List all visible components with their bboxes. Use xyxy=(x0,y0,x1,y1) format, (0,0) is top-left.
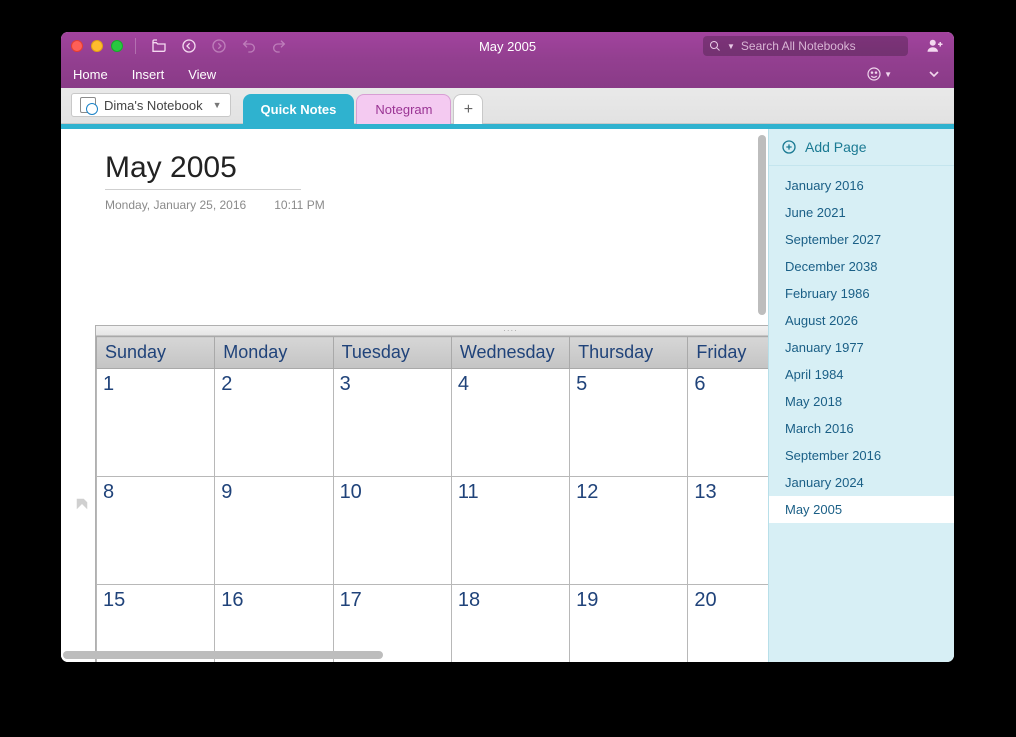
page-list-item[interactable]: May 2005 xyxy=(769,496,954,523)
chevron-down-icon: ▼ xyxy=(213,100,222,110)
tab-quick-notes[interactable]: Quick Notes xyxy=(243,94,355,124)
app-window: May 2005 ▼ Home Insert View ▼ Dima's Not… xyxy=(61,32,954,662)
add-page-button[interactable]: Add Page xyxy=(769,129,954,166)
search-box[interactable]: ▼ xyxy=(703,36,908,56)
note-tag-icon[interactable] xyxy=(75,497,89,511)
calendar-cell[interactable]: 4 xyxy=(451,369,569,477)
page-list-item[interactable]: December 2038 xyxy=(769,253,954,280)
page-list-item[interactable]: September 2027 xyxy=(769,226,954,253)
calendar-table: SundayMondayTuesdayWednesdayThursdayFrid… xyxy=(96,336,768,662)
calendar-cell[interactable]: 13 xyxy=(688,477,768,585)
search-icon xyxy=(709,40,721,52)
tab-add[interactable]: + xyxy=(453,94,483,124)
scrollbar-thumb[interactable] xyxy=(63,651,383,659)
calendar-row: 891011121314 xyxy=(97,477,769,585)
calendar-cell[interactable]: 9 xyxy=(215,477,333,585)
page-list-item[interactable]: April 1984 xyxy=(769,361,954,388)
forward-icon[interactable] xyxy=(208,36,230,56)
page-list-item[interactable]: March 2016 xyxy=(769,415,954,442)
section-tabs: Dima's Notebook ▼ Quick Notes Notegram + xyxy=(61,88,954,124)
page-list-item[interactable]: June 2021 xyxy=(769,199,954,226)
open-file-icon[interactable] xyxy=(148,36,170,56)
calendar-header-cell: Wednesday xyxy=(451,337,569,369)
calendar-header-cell: Sunday xyxy=(97,337,215,369)
page-title[interactable]: May 2005 xyxy=(105,151,301,190)
share-icon[interactable] xyxy=(926,36,944,57)
calendar-cell[interactable]: 6 xyxy=(688,369,768,477)
chevron-down-icon[interactable] xyxy=(926,66,942,82)
plus-icon: + xyxy=(464,101,473,119)
drag-handle[interactable]: ···· xyxy=(96,326,768,336)
calendar-cell[interactable]: 12 xyxy=(570,477,688,585)
tab-label: Quick Notes xyxy=(261,102,337,117)
chevron-down-icon: ▼ xyxy=(727,42,735,51)
calendar-container[interactable]: ···· SundayMondayTuesdayWednesdayThursda… xyxy=(95,325,768,662)
tab-label: Notegram xyxy=(375,102,432,117)
calendar-header-cell: Tuesday xyxy=(333,337,451,369)
plus-circle-icon xyxy=(781,139,797,155)
menu-view[interactable]: View xyxy=(188,67,216,82)
titlebar: May 2005 ▼ xyxy=(61,32,954,60)
page-list-item[interactable]: January 2016 xyxy=(769,172,954,199)
calendar-row: 1234567 xyxy=(97,369,769,477)
calendar-header-cell: Monday xyxy=(215,337,333,369)
notebook-name: Dima's Notebook xyxy=(104,98,203,113)
page-list: January 2016June 2021September 2027Decem… xyxy=(769,166,954,662)
add-page-label: Add Page xyxy=(805,139,867,155)
undo-icon[interactable] xyxy=(238,36,260,56)
calendar-cell[interactable]: 1 xyxy=(97,369,215,477)
calendar-cell[interactable]: 11 xyxy=(451,477,569,585)
menubar: Home Insert View ▼ xyxy=(61,60,954,88)
page-list-item[interactable]: August 2026 xyxy=(769,307,954,334)
redo-icon[interactable] xyxy=(268,36,290,56)
body: May 2005 Monday, January 25, 2016 10:11 … xyxy=(61,129,954,662)
calendar-cell[interactable]: 3 xyxy=(333,369,451,477)
tab-notegram[interactable]: Notegram xyxy=(356,94,451,124)
notebook-icon xyxy=(80,97,96,113)
page-meta: Monday, January 25, 2016 10:11 PM xyxy=(105,198,768,212)
page-time: 10:11 PM xyxy=(274,198,324,212)
divider xyxy=(135,38,136,54)
menu-home[interactable]: Home xyxy=(73,67,108,82)
maximize-button[interactable] xyxy=(111,40,123,52)
close-button[interactable] xyxy=(71,40,83,52)
calendar-cell[interactable]: 10 xyxy=(333,477,451,585)
window-controls xyxy=(71,40,123,52)
horizontal-scrollbar[interactable] xyxy=(61,648,768,662)
page-list-item[interactable]: January 2024 xyxy=(769,469,954,496)
calendar-header-cell: Thursday xyxy=(570,337,688,369)
notebook-picker[interactable]: Dima's Notebook ▼ xyxy=(71,93,231,117)
vertical-scrollbar[interactable] xyxy=(758,135,766,435)
calendar-cell[interactable]: 8 xyxy=(97,477,215,585)
search-input[interactable] xyxy=(741,39,902,53)
page-list-item[interactable]: September 2016 xyxy=(769,442,954,469)
calendar-cell[interactable]: 5 xyxy=(570,369,688,477)
minimize-button[interactable] xyxy=(91,40,103,52)
calendar-header-row: SundayMondayTuesdayWednesdayThursdayFrid… xyxy=(97,337,769,369)
emoji-icon[interactable]: ▼ xyxy=(866,66,892,82)
calendar-header-cell: Friday xyxy=(688,337,768,369)
page-date: Monday, January 25, 2016 xyxy=(105,198,246,212)
page-sidebar: Add Page January 2016June 2021September … xyxy=(768,129,954,662)
calendar-cell[interactable]: 2 xyxy=(215,369,333,477)
page-list-item[interactable]: January 1977 xyxy=(769,334,954,361)
menu-insert[interactable]: Insert xyxy=(132,67,165,82)
page-list-item[interactable]: May 2018 xyxy=(769,388,954,415)
page-list-item[interactable]: February 1986 xyxy=(769,280,954,307)
back-icon[interactable] xyxy=(178,36,200,56)
page-canvas[interactable]: May 2005 Monday, January 25, 2016 10:11 … xyxy=(61,129,768,662)
scrollbar-thumb[interactable] xyxy=(758,135,766,315)
